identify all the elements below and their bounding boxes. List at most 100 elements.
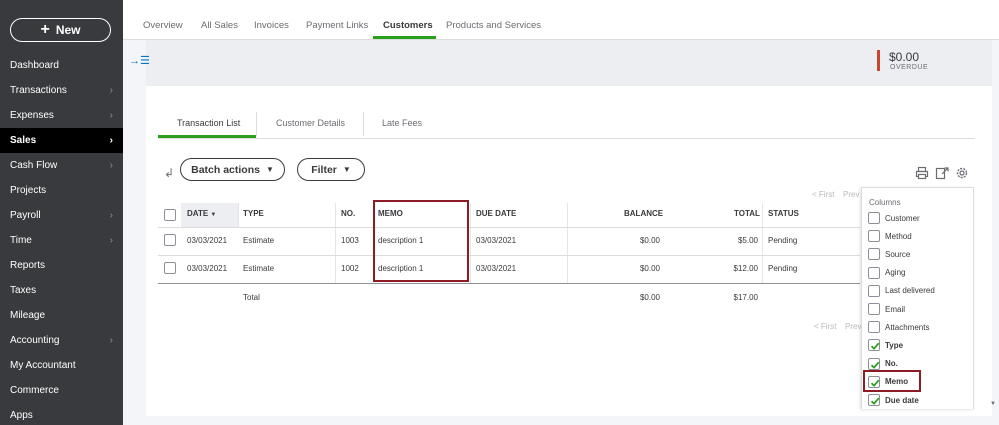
checkmark-icon xyxy=(870,342,880,351)
summary-strip xyxy=(146,40,992,86)
row-total: $12.00 xyxy=(733,264,758,273)
filter-button[interactable]: Filter ▼ xyxy=(297,158,365,181)
col-header-no[interactable]: NO. xyxy=(341,209,355,218)
column-option-source[interactable]: Source xyxy=(868,248,910,261)
column-option-no[interactable]: No. xyxy=(868,357,898,370)
column-option-checkbox[interactable] xyxy=(868,266,880,279)
scroll-down-icon[interactable]: ▼ xyxy=(990,401,996,407)
sidebar-item-expenses[interactable]: Expenses › xyxy=(0,103,123,128)
sidebar-item-accounting[interactable]: Accounting › xyxy=(0,328,123,353)
tab-products-and-services[interactable]: Products and Services xyxy=(446,20,541,31)
overdue-label: OVERDUE xyxy=(890,64,929,71)
col-header-total[interactable]: TOTAL xyxy=(734,209,760,218)
pager-first-bottom[interactable]: < First xyxy=(814,322,836,331)
sidebar-item-payroll[interactable]: Payroll › xyxy=(0,203,123,228)
sidebar-item-sales[interactable]: Sales › xyxy=(0,128,123,153)
checkmark-icon xyxy=(870,397,880,405)
column-option-email[interactable]: Email xyxy=(868,303,905,315)
column-option-checkbox[interactable] xyxy=(868,339,880,352)
chevron-right-icon: › xyxy=(109,210,113,221)
column-option-checkbox[interactable] xyxy=(868,230,880,243)
sidebar-item-my-accountant[interactable]: My Accountant xyxy=(0,353,123,378)
new-button[interactable]: + New xyxy=(10,18,111,42)
checkmark-icon xyxy=(870,361,880,369)
caret-down-icon: ▼ xyxy=(265,165,274,174)
tab-payment-links[interactable]: Payment Links xyxy=(306,20,368,31)
col-header-balance[interactable]: BALANCE xyxy=(624,209,663,218)
subtab-rule xyxy=(158,138,975,139)
pager-first-top[interactable]: < First xyxy=(812,190,834,199)
tab-customers[interactable]: Customers xyxy=(383,20,433,31)
subtab-customer-details[interactable]: Customer Details xyxy=(276,118,345,128)
column-divider xyxy=(238,203,239,227)
row-due-date: 03/03/2021 xyxy=(476,236,517,245)
column-option-label: Last delivered xyxy=(885,286,935,296)
column-option-checkbox[interactable] xyxy=(868,248,880,261)
select-all-checkbox[interactable] xyxy=(164,209,176,221)
tab-invoices[interactable]: Invoices xyxy=(254,20,289,31)
column-option-checkbox[interactable] xyxy=(868,357,880,370)
row-rule xyxy=(158,255,860,256)
sidebar-item-projects[interactable]: Projects xyxy=(0,178,123,203)
col-header-type[interactable]: TYPE xyxy=(243,209,264,218)
column-option-checkbox[interactable] xyxy=(868,321,880,334)
sidebar-item-dashboard[interactable]: Dashboard xyxy=(0,53,123,78)
batch-actions-button[interactable]: Batch actions ▼ xyxy=(180,158,285,181)
totals-total: $17.00 xyxy=(733,293,758,302)
sidebar-item-time[interactable]: Time › xyxy=(0,228,123,253)
export-icon[interactable] xyxy=(935,166,949,180)
column-option-checkbox[interactable] xyxy=(868,303,880,315)
row-no: 1003 xyxy=(341,236,359,245)
chevron-right-icon: › xyxy=(109,85,113,96)
subtab-divider xyxy=(363,112,364,136)
column-option-last-delivered[interactable]: Last delivered xyxy=(868,284,935,297)
row-balance: $0.00 xyxy=(639,264,660,273)
row-type: Estimate xyxy=(243,236,275,245)
top-tab-bar: Overview All Sales Invoices Payment Link… xyxy=(123,0,999,40)
column-divider xyxy=(762,203,763,283)
sidebar-item-commerce[interactable]: Commerce xyxy=(0,378,123,403)
column-option-due-date[interactable]: Due date xyxy=(868,394,919,406)
print-icon[interactable] xyxy=(915,166,929,180)
caret-down-icon: ▼ xyxy=(342,165,351,174)
col-header-status[interactable]: STATUS xyxy=(768,209,799,218)
tab-overview[interactable]: Overview xyxy=(143,20,183,31)
pager-prev-top[interactable]: Prev xyxy=(843,190,859,199)
col-header-due-date[interactable]: DUE DATE xyxy=(476,209,516,218)
expand-panel-icon[interactable]: →☰ xyxy=(129,54,150,67)
column-option-aging[interactable]: Aging xyxy=(868,266,905,279)
tab-all-sales[interactable]: All Sales xyxy=(201,20,238,31)
column-option-checkbox[interactable] xyxy=(868,212,880,224)
column-divider xyxy=(335,203,336,283)
col-header-date[interactable]: DATE ▼ xyxy=(187,209,216,218)
column-option-method[interactable]: Method xyxy=(868,230,912,243)
row-checkbox[interactable] xyxy=(164,262,176,274)
column-option-checkbox[interactable] xyxy=(868,394,880,406)
sidebar-item-cash-flow[interactable]: Cash Flow › xyxy=(0,153,123,178)
column-option-customer[interactable]: Customer xyxy=(868,212,920,224)
column-option-checkbox[interactable] xyxy=(868,284,880,297)
sort-arrow-icon[interactable]: ↲ xyxy=(164,166,174,180)
header-rule xyxy=(158,227,860,228)
column-option-label: Type xyxy=(885,340,904,350)
column-option-label: No. xyxy=(885,359,898,369)
column-option-attachments[interactable]: Attachments xyxy=(868,321,929,334)
overdue-amount: $0.00 xyxy=(889,50,920,64)
subtab-transaction-list[interactable]: Transaction List xyxy=(177,118,240,128)
row-due-date: 03/03/2021 xyxy=(476,264,517,273)
subtab-late-fees[interactable]: Late Fees xyxy=(382,118,422,128)
sidebar-item-reports[interactable]: Reports xyxy=(0,253,123,278)
sidebar-item-taxes[interactable]: Taxes xyxy=(0,278,123,303)
row-checkbox[interactable] xyxy=(164,234,176,246)
overdue-indicator-bar xyxy=(877,50,880,71)
row-status: Pending xyxy=(768,264,798,273)
plus-icon: + xyxy=(40,21,50,38)
sidebar-item-mileage[interactable]: Mileage xyxy=(0,303,123,328)
sidebar-item-transactions[interactable]: Transactions › xyxy=(0,78,123,103)
pager-prev-bottom[interactable]: Prev xyxy=(845,322,861,331)
column-option-type[interactable]: Type xyxy=(868,339,904,352)
filter-label: Filter xyxy=(311,163,337,176)
chevron-right-icon: › xyxy=(109,160,113,171)
gear-icon[interactable] xyxy=(955,166,969,180)
sidebar-item-apps[interactable]: Apps xyxy=(0,403,123,425)
